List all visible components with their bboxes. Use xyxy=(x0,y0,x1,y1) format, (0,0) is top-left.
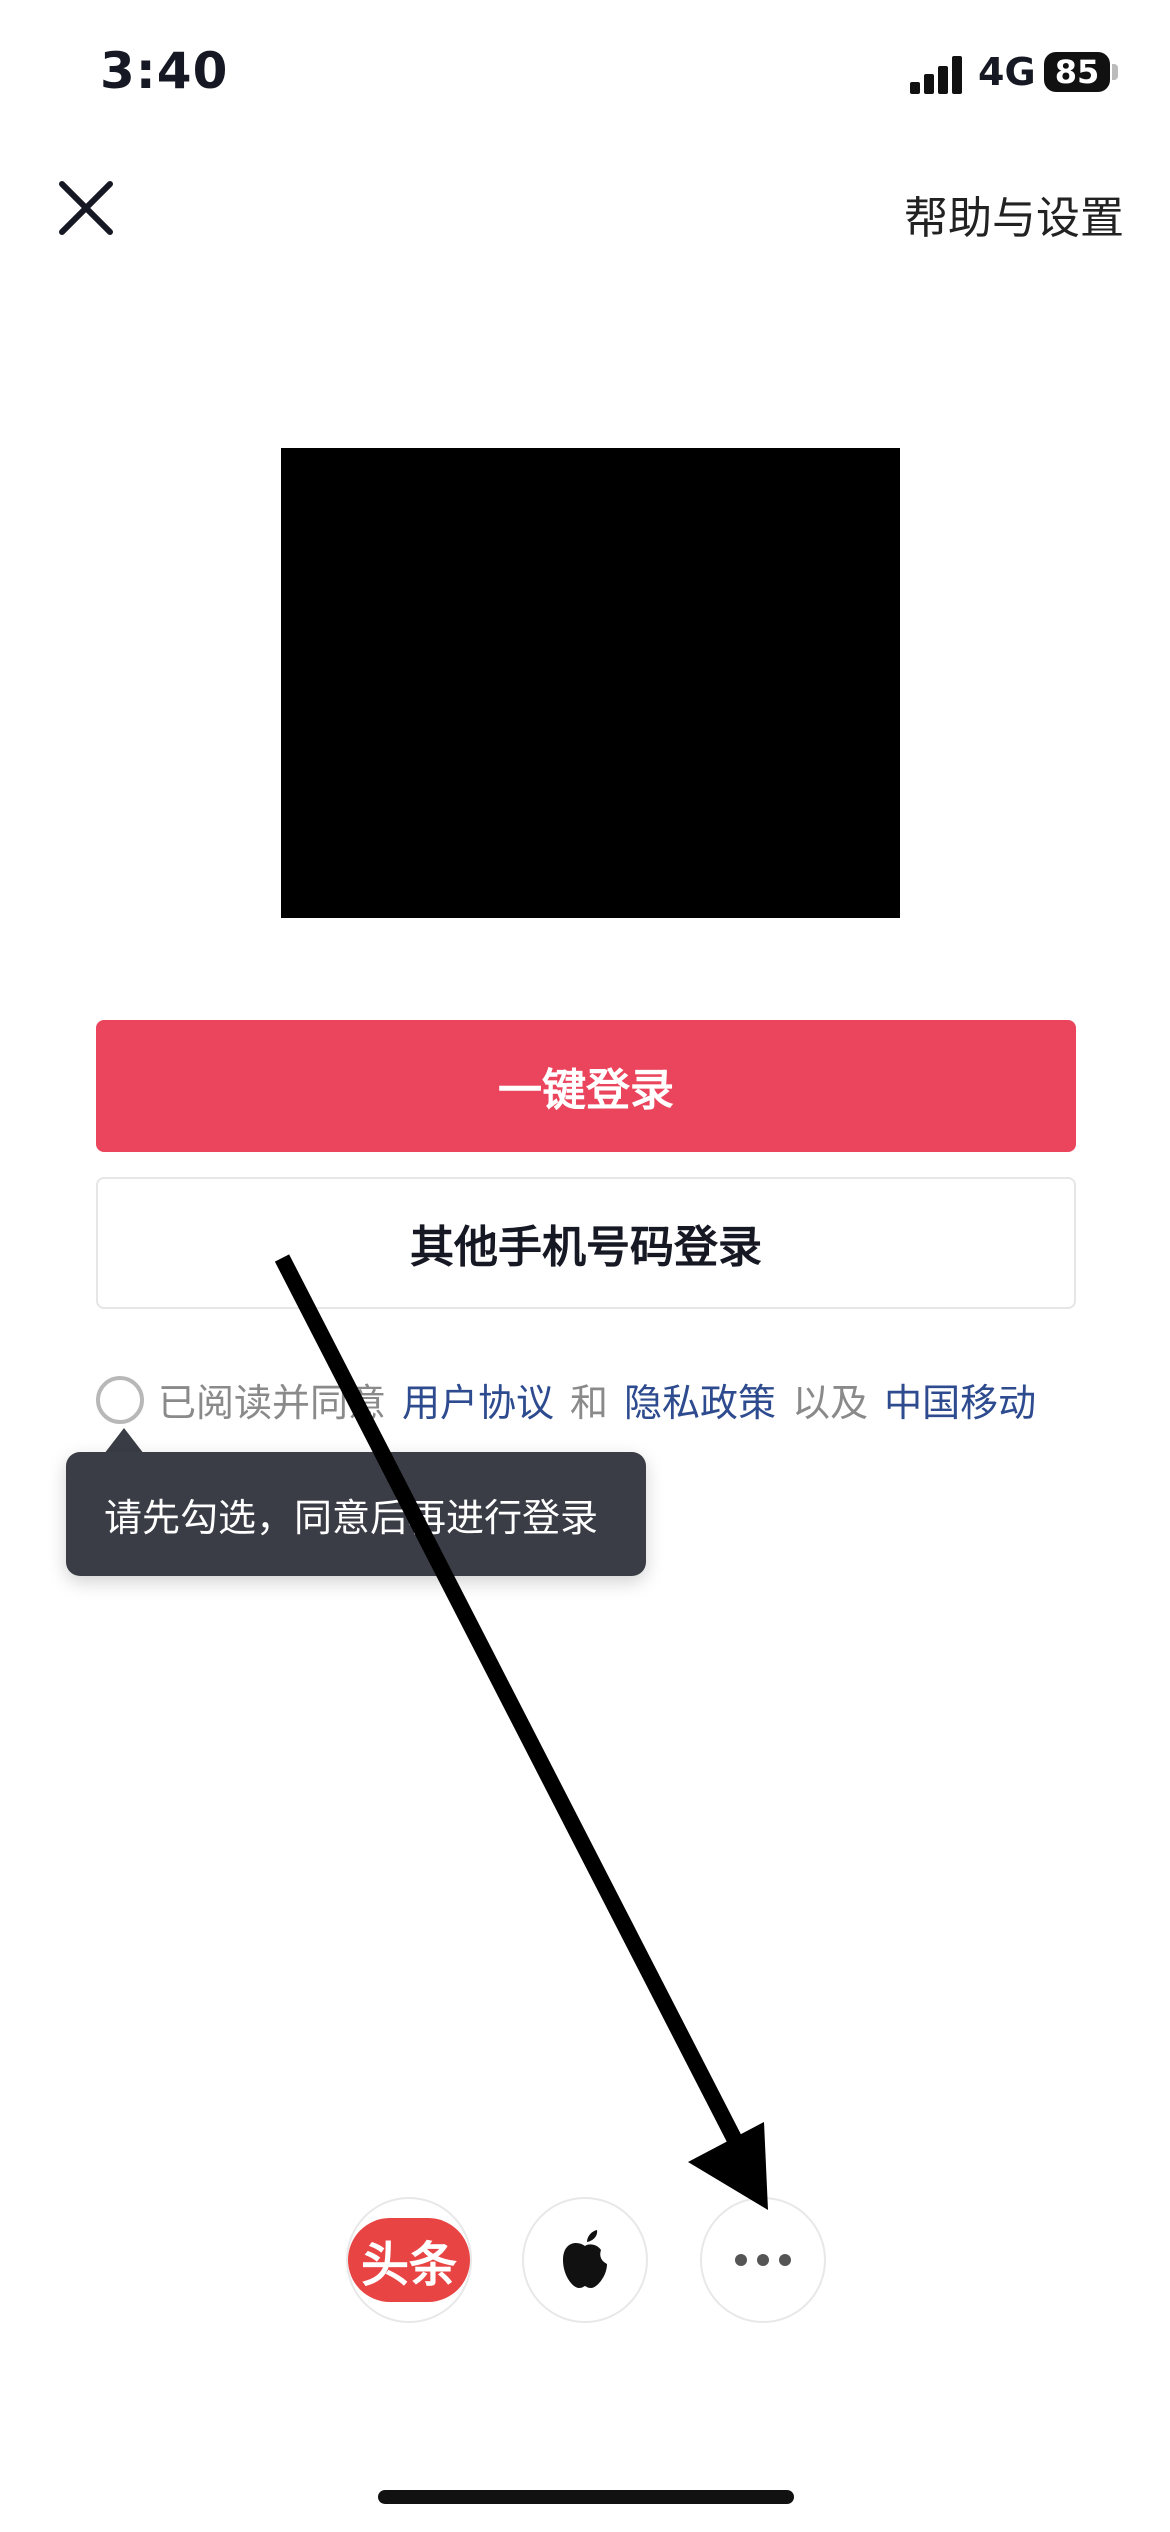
tooltip-text: 请先勾选，同意后再进行登录 xyxy=(104,1495,599,1540)
agreement-text: 已阅读并同意 用户协议和隐私政策 以及 中国移动 xyxy=(158,1372,1036,1427)
redacted-phone-number xyxy=(281,448,900,918)
agreement-and: 和 xyxy=(570,1381,609,1425)
close-icon xyxy=(59,181,113,235)
close-button[interactable] xyxy=(54,176,118,240)
network-type: 4G xyxy=(978,50,1036,94)
user-agreement-link[interactable]: 用户协议 xyxy=(402,1381,554,1425)
status-time: 3:40 xyxy=(100,42,229,100)
other-phone-login-button[interactable]: 其他手机号码登录 xyxy=(96,1177,1076,1309)
signal-icon xyxy=(910,54,964,94)
one-click-login-button[interactable]: 一键登录 xyxy=(96,1020,1076,1152)
toutiao-login-button[interactable]: 头条 xyxy=(346,2197,472,2323)
home-indicator[interactable] xyxy=(378,2490,794,2504)
battery-icon: 85 xyxy=(1044,52,1110,92)
carrier-agreement-link[interactable]: 中国移动 xyxy=(884,1381,1036,1425)
privacy-policy-link[interactable]: 隐私政策 xyxy=(624,1381,776,1425)
tooltip-arrow xyxy=(104,1428,144,1454)
apple-icon xyxy=(563,2230,607,2288)
apple-login-button[interactable] xyxy=(522,2197,648,2323)
help-settings-link[interactable]: 帮助与设置 xyxy=(904,182,1124,246)
agreement-tooltip: 请先勾选，同意后再进行登录 xyxy=(66,1452,646,1576)
more-login-options-button[interactable] xyxy=(700,2197,826,2323)
agreement-prefix: 已阅读并同意 xyxy=(158,1381,387,1425)
agreement-checkbox[interactable] xyxy=(96,1376,144,1424)
toutiao-logo: 头条 xyxy=(348,2218,470,2302)
agreement-and-also: 以及 xyxy=(792,1381,869,1425)
battery-tip xyxy=(1112,64,1118,80)
more-icon xyxy=(735,2254,791,2266)
